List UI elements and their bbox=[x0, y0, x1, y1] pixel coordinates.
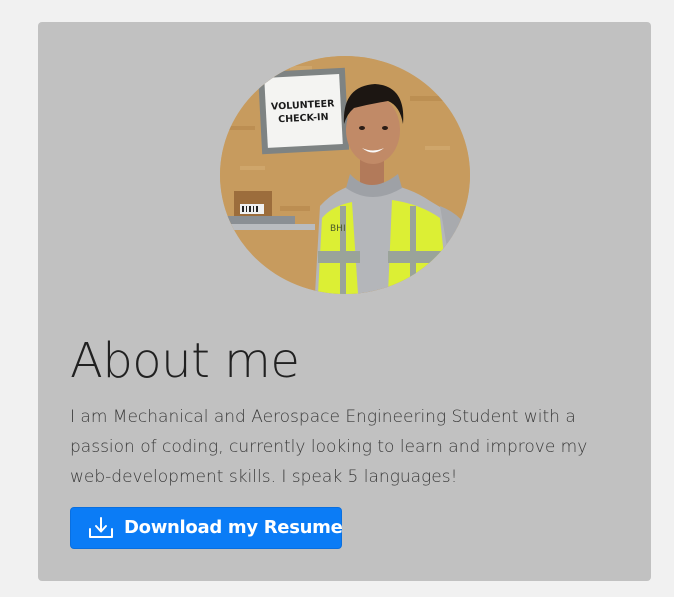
about-card: VOLUNTEER CHECK-IN BHI About me I am Mec… bbox=[38, 22, 651, 581]
download-resume-label: Download my Resume bbox=[124, 517, 343, 538]
about-description: I am Mechanical and Aerospace Engineerin… bbox=[70, 407, 588, 487]
about-heading: About me bbox=[70, 333, 300, 389]
vest-text: BHI bbox=[330, 224, 346, 234]
download-resume-button[interactable]: Download my Resume bbox=[70, 507, 343, 549]
profile-photo-illustration: VOLUNTEER CHECK-IN BHI bbox=[220, 56, 470, 294]
profile-photo: VOLUNTEER CHECK-IN BHI bbox=[220, 56, 470, 294]
download-icon bbox=[88, 516, 114, 540]
